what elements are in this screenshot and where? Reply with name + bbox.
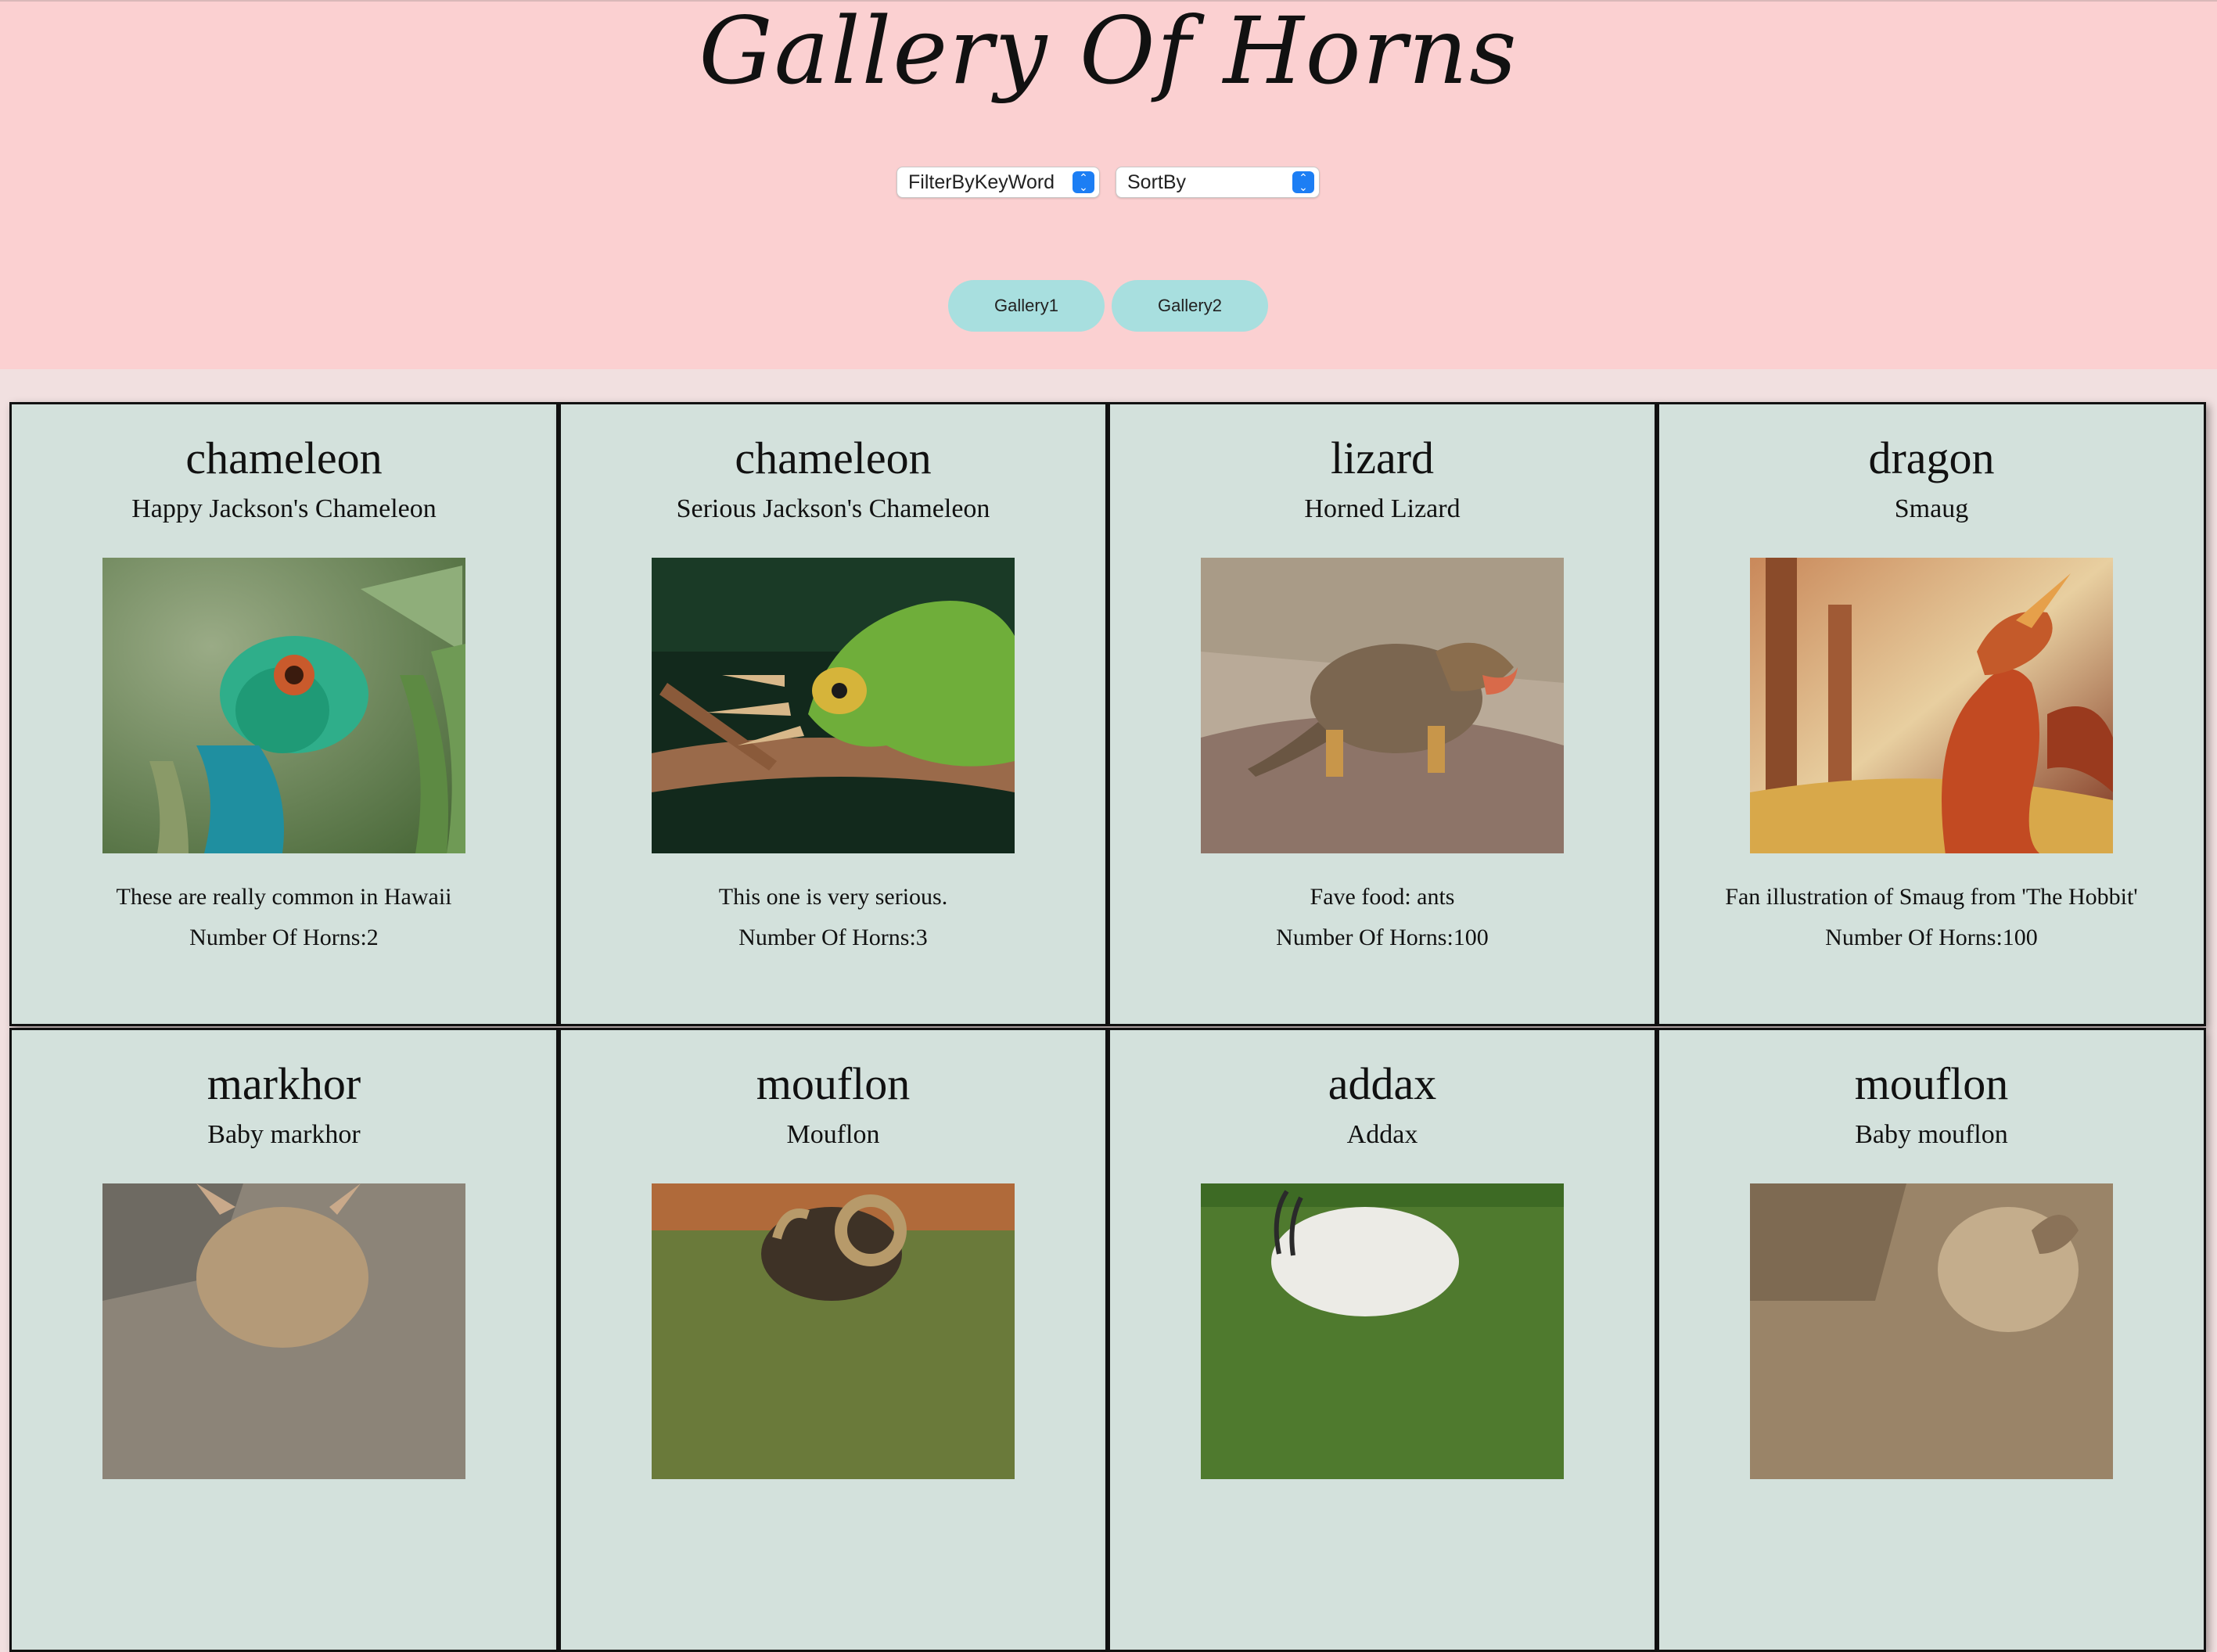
card-horn-count: Number Of Horns:100 (1825, 925, 2038, 950)
card-title: Mouflon (786, 1120, 880, 1149)
sort-select-value: SortBy (1127, 171, 1187, 193)
horn-card[interactable]: chameleon Serious Jackson's Chameleon Th… (559, 402, 1108, 1026)
page-header: Gallery Of Horns FilterByKeyWord ⌃ ⌄ Sort… (0, 0, 2217, 369)
card-keyword: mouflon (1854, 1058, 2009, 1109)
page-title: Gallery Of Horns (699, 0, 1518, 105)
card-description: Fan illustration of Smaug from 'The Hobb… (1725, 884, 2138, 910)
horn-card[interactable]: chameleon Happy Jackson's Chameleon Thes… (9, 402, 559, 1026)
horn-card[interactable]: addax Addax (1108, 1028, 1657, 1652)
card-keyword: markhor (207, 1058, 361, 1109)
card-keyword: addax (1328, 1058, 1437, 1109)
card-image (652, 1183, 1015, 1479)
card-description: These are really common in Hawaii (116, 884, 452, 910)
horn-card[interactable]: mouflon Mouflon (559, 1028, 1108, 1652)
card-horn-count: Number Of Horns:2 (189, 925, 379, 950)
card-description: Fave food: ants (1310, 884, 1455, 910)
card-keyword: mouflon (756, 1058, 911, 1109)
card-title: Addax (1346, 1120, 1418, 1149)
card-keyword: chameleon (185, 433, 383, 483)
filter-by-keyword-select[interactable]: FilterByKeyWord ⌃ ⌄ (897, 167, 1100, 198)
card-image (1201, 1183, 1564, 1479)
card-title: Baby markhor (207, 1120, 361, 1149)
filter-select-value: FilterByKeyWord (908, 171, 1055, 193)
card-keyword: chameleon (735, 433, 932, 483)
sort-by-select[interactable]: SortBy ⌃ ⌄ (1116, 167, 1320, 198)
select-chevron-icon: ⌃ ⌄ (1073, 171, 1094, 193)
horn-card[interactable]: dragon Smaug Fan illustration of Smaug f… (1657, 402, 2206, 1026)
card-title: Baby mouflon (1855, 1120, 2008, 1149)
card-image (1750, 1183, 2113, 1479)
card-image (652, 558, 1015, 853)
horn-card[interactable]: markhor Baby markhor (9, 1028, 559, 1652)
card-image (1201, 558, 1564, 853)
card-image (1750, 558, 2113, 853)
select-chevron-icon: ⌃ ⌄ (1292, 171, 1314, 193)
gallery1-button[interactable]: Gallery1 (948, 280, 1105, 332)
gallery2-button[interactable]: Gallery2 (1112, 280, 1268, 332)
card-description: This one is very serious. (718, 884, 948, 910)
card-image (102, 558, 465, 853)
card-keyword: dragon (1868, 433, 1995, 483)
card-horn-count: Number Of Horns:3 (738, 925, 928, 950)
card-title: Happy Jackson's Chameleon (131, 494, 437, 523)
card-keyword: lizard (1330, 433, 1435, 483)
card-horn-count: Number Of Horns:100 (1276, 925, 1489, 950)
card-title: Serious Jackson's Chameleon (676, 494, 990, 523)
card-title: Smaug (1894, 494, 1969, 523)
horn-card[interactable]: mouflon Baby mouflon (1657, 1028, 2206, 1652)
horn-card[interactable]: lizard Horned Lizard Fave food: ants Num… (1108, 402, 1657, 1026)
card-title: Horned Lizard (1304, 494, 1461, 523)
card-image (102, 1183, 465, 1479)
